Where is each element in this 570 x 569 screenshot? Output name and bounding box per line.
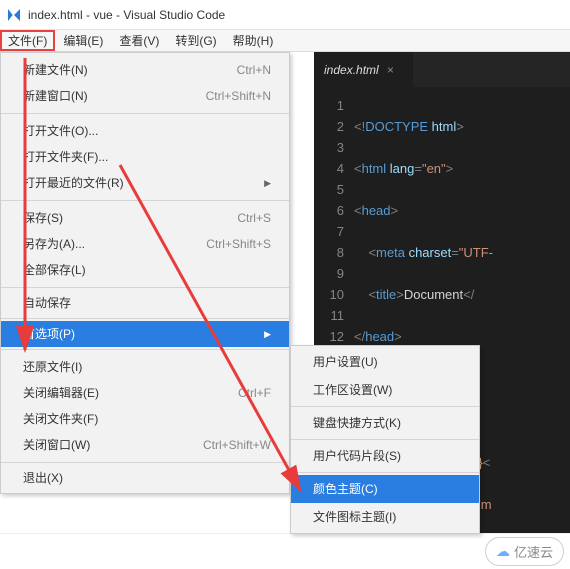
- preferences-submenu: 用户设置(U) 工作区设置(W) 键盘快捷方式(K) 用户代码片段(S) 颜色主…: [290, 345, 480, 534]
- watermark-text: 亿速云: [514, 542, 553, 561]
- line-number: 10: [314, 284, 344, 305]
- submenu-workspace-settings[interactable]: 工作区设置(W): [291, 376, 479, 404]
- app-icon: [6, 7, 22, 23]
- separator: [291, 472, 479, 473]
- menu-label: 打开文件(O)...: [23, 122, 98, 140]
- line-number: 11: [314, 305, 344, 326]
- file-menu: 新建文件(N) Ctrl+N 新建窗口(N) Ctrl+Shift+N 打开文件…: [0, 52, 290, 494]
- menu-label: 新建窗口(N): [23, 87, 88, 105]
- separator: [1, 200, 289, 201]
- watermark-badge: ☁ 亿速云: [485, 537, 564, 566]
- chevron-right-icon: ▶: [264, 325, 271, 343]
- menu-help[interactable]: 帮助(H): [225, 30, 282, 51]
- menu-open-folder[interactable]: 打开文件夹(F)...: [1, 144, 289, 170]
- shortcut: Ctrl+S: [237, 209, 271, 227]
- menu-new-file[interactable]: 新建文件(N) Ctrl+N: [1, 57, 289, 83]
- line-number: 6: [314, 200, 344, 221]
- line-number: 7: [314, 221, 344, 242]
- separator: [291, 406, 479, 407]
- submenu-color-theme[interactable]: 颜色主题(C): [291, 475, 479, 503]
- menu-save[interactable]: 保存(S) Ctrl+S: [1, 205, 289, 231]
- menu-label: 打开最近的文件(R): [23, 174, 124, 192]
- separator: [1, 318, 289, 319]
- tab-bar: index.html ×: [314, 52, 570, 87]
- shortcut: Ctrl+Shift+N: [206, 87, 271, 105]
- menu-label: 颜色主题(C): [313, 480, 378, 498]
- shortcut: Ctrl+F: [238, 384, 271, 402]
- line-number: 8: [314, 242, 344, 263]
- menu-exit[interactable]: 退出(X): [1, 465, 289, 491]
- menu-close-folder[interactable]: 关闭文件夹(F): [1, 406, 289, 432]
- menu-open-file[interactable]: 打开文件(O)...: [1, 118, 289, 144]
- submenu-icon-theme[interactable]: 文件图标主题(I): [291, 503, 479, 531]
- menu-preferences[interactable]: 首选项(P) ▶: [1, 321, 289, 347]
- shortcut: Ctrl+N: [237, 61, 271, 79]
- separator: [1, 113, 289, 114]
- menu-view[interactable]: 查看(V): [111, 30, 167, 51]
- menu-label: 另存为(A)...: [23, 235, 85, 253]
- line-number: 9: [314, 263, 344, 284]
- menu-label: 新建文件(N): [23, 61, 88, 79]
- menu-edit[interactable]: 编辑(E): [55, 30, 111, 51]
- bottom-bar: ☁ 亿速云: [0, 533, 570, 569]
- menu-label: 打开文件夹(F)...: [23, 148, 108, 166]
- menu-revert[interactable]: 还原文件(I): [1, 354, 289, 380]
- submenu-keyboard[interactable]: 键盘快捷方式(K): [291, 409, 479, 437]
- separator: [291, 439, 479, 440]
- menu-auto-save[interactable]: 自动保存: [1, 290, 289, 316]
- menu-bar: 文件(F) 编辑(E) 查看(V) 转到(G) 帮助(H): [0, 30, 570, 52]
- menu-file[interactable]: 文件(F): [0, 30, 55, 51]
- separator: [1, 349, 289, 350]
- editor-tab[interactable]: index.html ×: [314, 52, 413, 87]
- menu-label: 还原文件(I): [23, 358, 82, 376]
- menu-label: 全部保存(L): [23, 261, 86, 279]
- menu-label: 工作区设置(W): [313, 381, 392, 399]
- line-number: 12: [314, 326, 344, 347]
- close-icon[interactable]: ×: [387, 63, 403, 77]
- separator: [1, 462, 289, 463]
- menu-label: 保存(S): [23, 209, 63, 227]
- line-number: 1: [314, 95, 344, 116]
- menu-close-editor[interactable]: 关闭编辑器(E) Ctrl+F: [1, 380, 289, 406]
- submenu-user-settings[interactable]: 用户设置(U): [291, 348, 479, 376]
- menu-label: 关闭文件夹(F): [23, 410, 98, 428]
- window-title: index.html - vue - Visual Studio Code: [28, 8, 225, 22]
- menu-save-as[interactable]: 另存为(A)... Ctrl+Shift+S: [1, 231, 289, 257]
- submenu-snippets[interactable]: 用户代码片段(S): [291, 442, 479, 470]
- line-number: 3: [314, 137, 344, 158]
- menu-label: 文件图标主题(I): [313, 508, 396, 526]
- menu-label: 自动保存: [23, 294, 71, 312]
- menu-save-all[interactable]: 全部保存(L): [1, 257, 289, 283]
- separator: [1, 287, 289, 288]
- line-number: 4: [314, 158, 344, 179]
- menu-label: 关闭编辑器(E): [23, 384, 99, 402]
- menu-label: 首选项(P): [23, 325, 75, 343]
- menu-label: 键盘快捷方式(K): [313, 414, 401, 432]
- menu-close-window[interactable]: 关闭窗口(W) Ctrl+Shift+W: [1, 432, 289, 458]
- shortcut: Ctrl+Shift+S: [206, 235, 271, 253]
- title-bar: index.html - vue - Visual Studio Code: [0, 0, 570, 30]
- menu-recent[interactable]: 打开最近的文件(R) ▶: [1, 170, 289, 196]
- shortcut: Ctrl+Shift+W: [203, 436, 271, 454]
- line-number: 5: [314, 179, 344, 200]
- menu-label: 关闭窗口(W): [23, 436, 90, 454]
- chevron-right-icon: ▶: [264, 174, 271, 192]
- menu-label: 用户代码片段(S): [313, 447, 401, 465]
- menu-new-window[interactable]: 新建窗口(N) Ctrl+Shift+N: [1, 83, 289, 109]
- menu-label: 用户设置(U): [313, 353, 378, 371]
- cloud-icon: ☁: [496, 543, 510, 560]
- tab-label: index.html: [324, 63, 379, 77]
- menu-label: 退出(X): [23, 469, 63, 487]
- menu-goto[interactable]: 转到(G): [167, 30, 224, 51]
- line-number: 2: [314, 116, 344, 137]
